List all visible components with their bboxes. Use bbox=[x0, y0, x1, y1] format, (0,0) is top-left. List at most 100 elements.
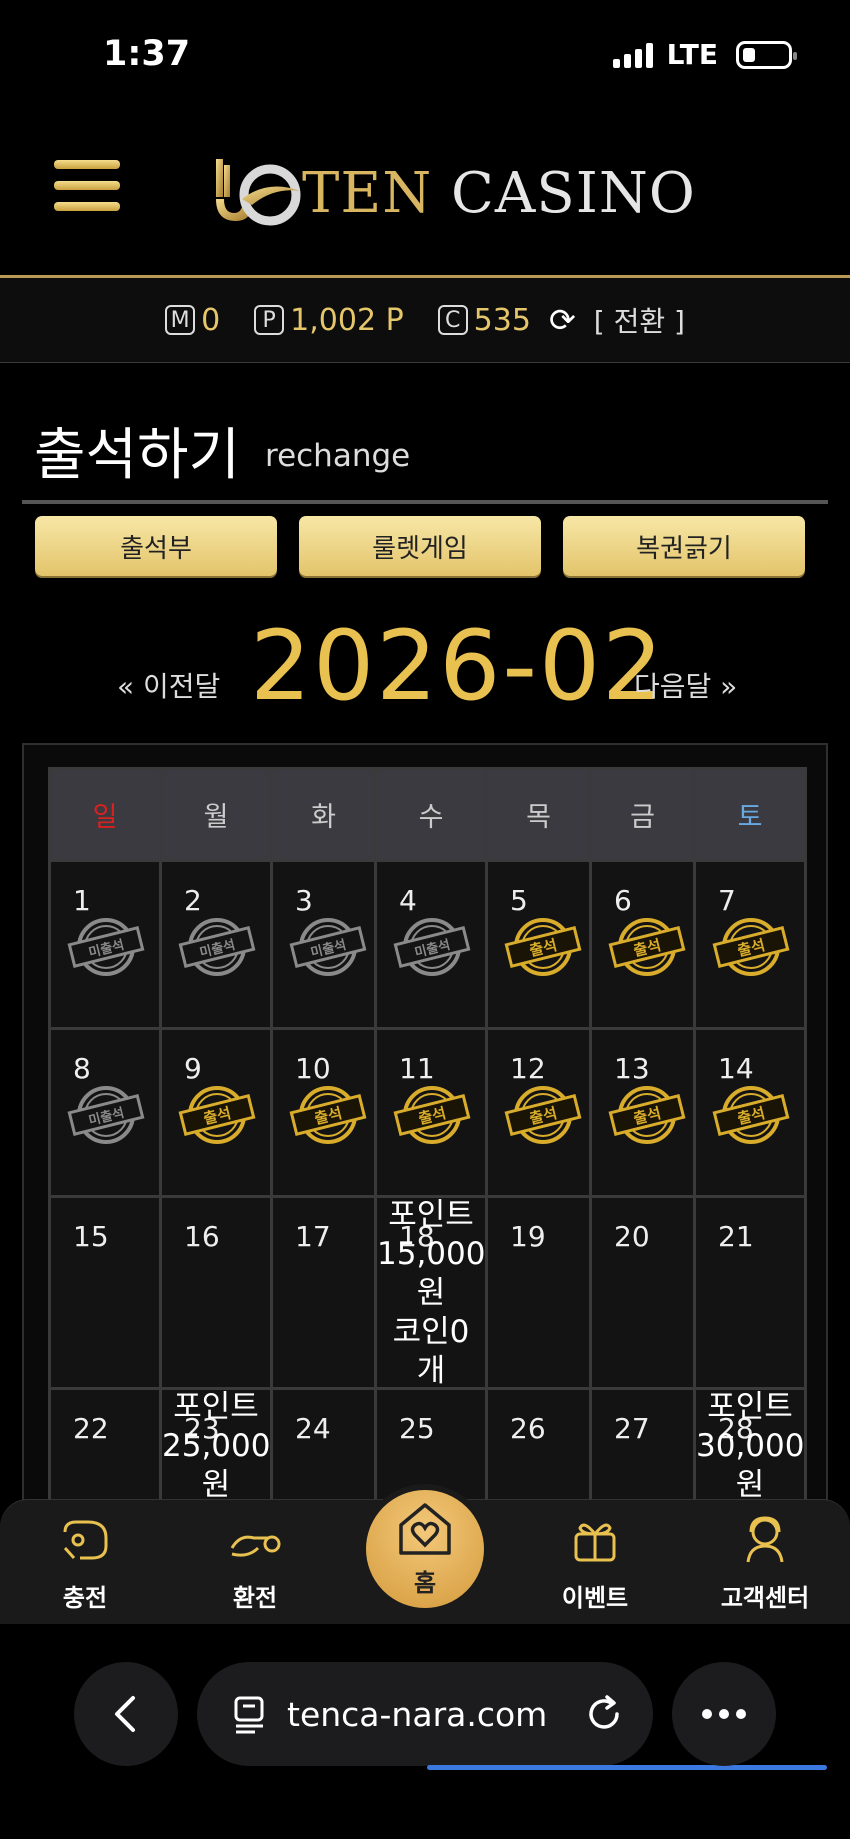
p-value: 1,002 P bbox=[290, 302, 404, 338]
day-number: 8 bbox=[73, 1052, 91, 1085]
calendar-day-cell[interactable]: 14 출석 bbox=[693, 1027, 807, 1198]
c-balance: C 535 bbox=[437, 303, 531, 338]
weekday-header-row: 일 월 화 수 목 금 토 bbox=[48, 767, 807, 862]
nav-support[interactable]: 고객센터 bbox=[700, 1500, 830, 1613]
gift-icon bbox=[574, 1523, 616, 1562]
day-number: 24 bbox=[295, 1412, 331, 1445]
absent-stamp-icon: 미출석 bbox=[178, 918, 256, 976]
day-number: 27 bbox=[614, 1412, 650, 1445]
attended-stamp-icon: 출석 bbox=[178, 1086, 256, 1144]
absent-stamp-icon: 미출석 bbox=[289, 918, 367, 976]
calendar-day-cell[interactable]: 21 bbox=[693, 1195, 807, 1390]
tab-attendance[interactable]: 출석부 bbox=[35, 516, 277, 576]
reward-line: 원 bbox=[416, 1275, 446, 1311]
day-number: 20 bbox=[614, 1220, 650, 1253]
current-month: 2026-02 bbox=[250, 610, 666, 722]
calendar-day-cell[interactable]: 27 bbox=[589, 1387, 696, 1501]
calendar-day-cell[interactable]: 22 bbox=[48, 1387, 162, 1501]
day-number: 5 bbox=[510, 884, 528, 917]
calendar-day-cell[interactable]: 1 미출석 bbox=[48, 859, 162, 1030]
logo-casino: CASINO bbox=[451, 160, 696, 226]
reward-line: 포인트 bbox=[707, 1389, 793, 1425]
weekday-sat: 토 bbox=[693, 767, 807, 862]
calendar-day-cell[interactable]: 13 출석 bbox=[589, 1027, 696, 1198]
calendar-day-cell[interactable]: 5 출석 bbox=[485, 859, 592, 1030]
load-progress-bar bbox=[427, 1765, 827, 1770]
m-value: 0 bbox=[201, 302, 221, 338]
next-month-link[interactable]: 다음달 » bbox=[634, 665, 737, 705]
attended-stamp-icon: 출석 bbox=[608, 1086, 686, 1144]
network-type: LTE bbox=[666, 38, 718, 71]
prev-month-link[interactable]: « 이전달 bbox=[117, 665, 220, 705]
reload-icon[interactable] bbox=[585, 1695, 623, 1733]
signal-icon bbox=[612, 42, 653, 68]
absent-stamp-icon: 미출석 bbox=[67, 1086, 145, 1144]
m-badge-icon: M bbox=[165, 305, 196, 335]
calendar-day-cell[interactable]: 28 포인트 30,000 원 bbox=[693, 1387, 807, 1503]
nav-exchange[interactable]: 환전 bbox=[190, 1500, 320, 1613]
reward-line: 25,000 bbox=[162, 1428, 271, 1464]
weekday-wed: 수 bbox=[374, 767, 488, 862]
calendar-day-cell[interactable]: 10 출석 bbox=[270, 1027, 377, 1198]
calendar-day-cell[interactable]: 20 bbox=[589, 1195, 696, 1390]
reward-line: 원 bbox=[201, 1467, 231, 1503]
calendar-day-cell[interactable]: 26 bbox=[485, 1387, 592, 1501]
nav-charge-label: 충전 bbox=[62, 1584, 108, 1612]
day-number: 9 bbox=[184, 1052, 202, 1085]
day-number: 19 bbox=[510, 1220, 546, 1253]
attended-stamp-icon: 출석 bbox=[712, 1086, 790, 1144]
logo-mark-icon bbox=[216, 159, 301, 226]
refresh-icon[interactable]: ⟳ bbox=[549, 301, 576, 339]
tab-bar: 출석부 룰렛게임 복권긁기 bbox=[35, 516, 805, 576]
day-number: 3 bbox=[295, 884, 313, 917]
nav-charge[interactable]: 충전 bbox=[20, 1500, 150, 1613]
calendar-day-cell[interactable]: 7 출석 bbox=[693, 859, 807, 1030]
nav-home-button[interactable]: 홈 bbox=[360, 1484, 490, 1614]
calendar-day-cell[interactable]: 11 출석 bbox=[374, 1027, 488, 1198]
address-bar[interactable]: tenca-nara.com bbox=[197, 1662, 827, 1770]
calendar-day-cell[interactable]: 23 포인트 25,000 원 bbox=[159, 1387, 273, 1503]
day-number: 21 bbox=[718, 1220, 754, 1253]
calendar-day-cell[interactable]: 19 bbox=[485, 1195, 592, 1390]
calendar-day-cell[interactable]: 2 미출석 bbox=[159, 859, 273, 1030]
calendar-day-cell[interactable]: 17 bbox=[270, 1195, 377, 1390]
convert-button[interactable]: [ 전환 ] bbox=[594, 300, 685, 340]
day-number: 6 bbox=[614, 884, 632, 917]
more-button[interactable] bbox=[672, 1662, 776, 1766]
status-bar: 1:37 LTE bbox=[0, 0, 850, 115]
calendar-day-cell[interactable]: 18 포인트 15,000 원 코인0 개 bbox=[374, 1195, 488, 1390]
url-text: tenca-nara.com bbox=[287, 1694, 548, 1734]
day-number: 2 bbox=[184, 884, 202, 917]
nav-event[interactable]: 이벤트 bbox=[530, 1500, 660, 1613]
calendar-day-cell[interactable]: 15 bbox=[48, 1195, 162, 1390]
reward-text: 포인트 25,000 원 bbox=[162, 1388, 271, 1503]
home-heart-icon bbox=[399, 1502, 451, 1555]
logo-text: TEN CASINO bbox=[302, 161, 696, 226]
calendar-day-cell[interactable]: 4 미출석 bbox=[374, 859, 488, 1030]
menu-icon[interactable] bbox=[54, 160, 120, 216]
back-button[interactable] bbox=[74, 1662, 178, 1766]
nav-exchange-label: 환전 bbox=[232, 1584, 278, 1612]
page-title: 출석하기 bbox=[34, 423, 241, 488]
calendar-day-cell[interactable]: 6 출석 bbox=[589, 859, 696, 1030]
calendar-day-cell[interactable]: 12 출석 bbox=[485, 1027, 592, 1198]
attended-stamp-icon: 출석 bbox=[608, 918, 686, 976]
attended-stamp-icon: 출석 bbox=[712, 918, 790, 976]
tab-roulette[interactable]: 룰렛게임 bbox=[299, 516, 541, 576]
calendar-day-cell[interactable]: 9 출석 bbox=[159, 1027, 273, 1198]
reward-line: 원 bbox=[735, 1467, 765, 1503]
title-divider bbox=[22, 500, 828, 504]
p-badge-icon: P bbox=[254, 305, 285, 335]
weekday-sun: 일 bbox=[48, 767, 162, 862]
reward-line: 개 bbox=[416, 1353, 446, 1389]
reward-line: 코인0 bbox=[392, 1314, 470, 1350]
calendar-day-cell[interactable]: 8 미출석 bbox=[48, 1027, 162, 1198]
calendar-day-cell[interactable]: 24 bbox=[270, 1387, 377, 1501]
tab-lottery[interactable]: 복권긁기 bbox=[563, 516, 805, 576]
calendar-day-cell[interactable]: 3 미출석 bbox=[270, 859, 377, 1030]
day-number: 4 bbox=[399, 884, 417, 917]
weekday-thu: 목 bbox=[485, 767, 592, 862]
calendar-day-cell[interactable]: 16 bbox=[159, 1195, 273, 1390]
site-logo[interactable]: TEN CASINO bbox=[212, 153, 696, 233]
absent-stamp-icon: 미출석 bbox=[393, 918, 471, 976]
